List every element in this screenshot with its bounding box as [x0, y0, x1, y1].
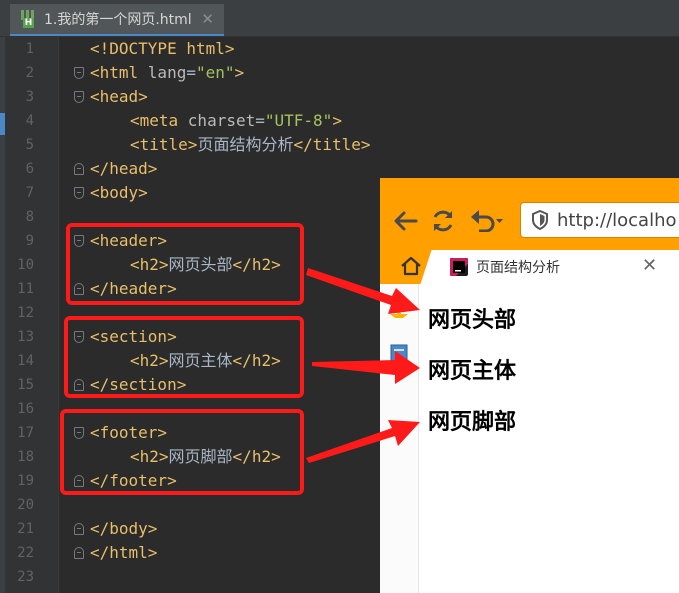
- close-icon[interactable]: ✕: [642, 255, 657, 276]
- code-token-val: "UTF-8": [264, 111, 333, 130]
- line-number: 18: [17, 449, 34, 465]
- home-icon[interactable]: [400, 256, 422, 276]
- browser-toolbar: http://localho: [380, 178, 679, 250]
- line-number: 2: [25, 65, 34, 81]
- fold-toggle-icon[interactable]: [74, 163, 84, 175]
- line-number: 1: [25, 41, 34, 57]
- side-strip-marker[interactable]: [0, 113, 5, 135]
- fold-toggle-icon[interactable]: [74, 547, 84, 559]
- code-token-attr: charset: [187, 111, 256, 130]
- footer-annotation-box: [60, 409, 304, 495]
- code-token-tag: </head>: [90, 159, 158, 178]
- code-token-tag: <meta: [130, 111, 188, 130]
- browser-tab-strip: 页面结构分析 ✕: [380, 250, 679, 284]
- line-number: 10: [17, 257, 34, 273]
- line-number: 19: [17, 473, 34, 489]
- code-token-tag: <head>: [90, 87, 148, 106]
- header-annotation-box: [66, 223, 304, 305]
- line-number: 7: [25, 185, 34, 201]
- line-number: 12: [17, 305, 34, 321]
- section-annotation-box: [64, 316, 304, 398]
- fold-toggle-icon[interactable]: [74, 187, 84, 199]
- bookmark-star-icon[interactable]: [390, 308, 408, 318]
- code-token-tag: >: [332, 111, 342, 130]
- rendered-heading-footer: 网页脚部: [428, 410, 517, 435]
- editor-tab-html-file[interactable]: H 1.我的第一个网页.html ✕: [10, 4, 224, 36]
- reload-icon[interactable]: [430, 208, 456, 234]
- line-number: 11: [17, 281, 34, 297]
- code-token-txt: 页面结构分析: [197, 135, 294, 154]
- code-token-doc: <!DOCTYPE html>: [90, 39, 235, 58]
- line-number: 14: [17, 353, 34, 369]
- code-token-txt: =: [186, 63, 196, 82]
- code-line[interactable]: <head>: [90, 85, 679, 109]
- browser-sidebar: [380, 284, 419, 593]
- line-number: 21: [17, 521, 34, 537]
- browser-tab-label: 页面结构分析: [476, 260, 560, 276]
- line-number: 22: [17, 545, 34, 561]
- intellij-favicon-icon: [450, 258, 468, 276]
- line-number: 9: [25, 233, 34, 249]
- code-token-tag: </title>: [293, 135, 371, 154]
- undo-dropdown-icon[interactable]: [470, 208, 504, 232]
- code-token-txt: =: [255, 111, 265, 130]
- editor-tab-bar: H 1.我的第一个网页.html ✕: [0, 0, 679, 37]
- browser-window: http://localho 页面结构分析 ✕ 网页头部 网页主体 网页脚部: [380, 178, 679, 593]
- code-token-attr: lang: [147, 63, 187, 82]
- line-number: 13: [17, 329, 34, 345]
- line-number: 15: [17, 377, 34, 393]
- fold-toggle-icon[interactable]: [74, 91, 84, 103]
- address-bar[interactable]: http://localho: [520, 202, 679, 238]
- back-arrow-icon[interactable]: [392, 210, 418, 232]
- line-number: 23: [17, 569, 34, 585]
- code-line[interactable]: <!DOCTYPE html>: [90, 37, 679, 61]
- code-line[interactable]: <meta charset="UTF-8">: [90, 109, 679, 133]
- code-token-val: "en": [195, 63, 235, 82]
- code-token-tag: <title>: [130, 135, 198, 154]
- rendered-heading-section: 网页主体: [428, 359, 517, 384]
- editor-tab-label: 1.我的第一个网页.html: [44, 12, 192, 28]
- line-number: 17: [17, 425, 34, 441]
- code-token-tag: <body>: [90, 183, 148, 202]
- shield-icon: [532, 210, 548, 230]
- code-token-tag: </html>: [90, 543, 158, 562]
- line-number: 6: [25, 161, 34, 177]
- code-token-tag: >: [234, 63, 245, 82]
- close-icon[interactable]: ✕: [201, 10, 214, 28]
- html-file-icon: H: [20, 10, 36, 28]
- page-icon[interactable]: [390, 344, 408, 362]
- fold-toggle-icon[interactable]: [74, 523, 84, 535]
- line-number: 4: [25, 113, 34, 129]
- url-text: http://localho: [557, 209, 677, 231]
- line-number: 20: [17, 497, 34, 513]
- code-line[interactable]: <title>页面结构分析</title>: [90, 133, 679, 157]
- fold-toggle-icon[interactable]: [74, 67, 84, 79]
- line-number: 8: [25, 209, 34, 225]
- line-number: 16: [17, 401, 34, 417]
- rendered-heading-header: 网页头部: [428, 308, 517, 333]
- code-token-tag: </body>: [90, 519, 158, 538]
- code-line[interactable]: <html lang="en">: [90, 61, 679, 85]
- line-number: 3: [25, 89, 34, 105]
- line-number: 5: [25, 137, 34, 153]
- code-token-tag: <html: [90, 63, 148, 82]
- browser-tab-active[interactable]: 页面结构分析 ✕: [436, 250, 679, 284]
